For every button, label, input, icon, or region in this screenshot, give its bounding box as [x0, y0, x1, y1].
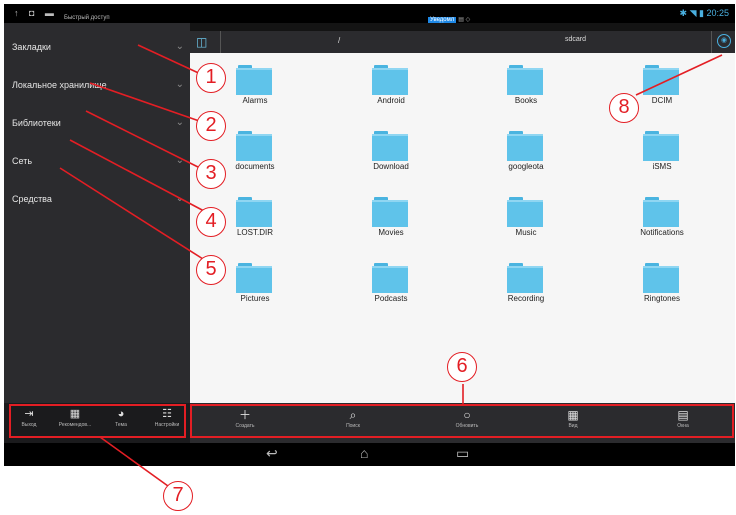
callout-7: 7	[163, 481, 193, 511]
callout-1: 1	[196, 63, 226, 93]
callout-6: 6	[447, 352, 477, 382]
callout-8: 8	[609, 93, 639, 123]
callout-3: 3	[196, 159, 226, 189]
callout-4: 4	[196, 207, 226, 237]
callout-5: 5	[196, 255, 226, 285]
annotation-lines	[59, 44, 723, 487]
callout-2: 2	[196, 111, 226, 141]
